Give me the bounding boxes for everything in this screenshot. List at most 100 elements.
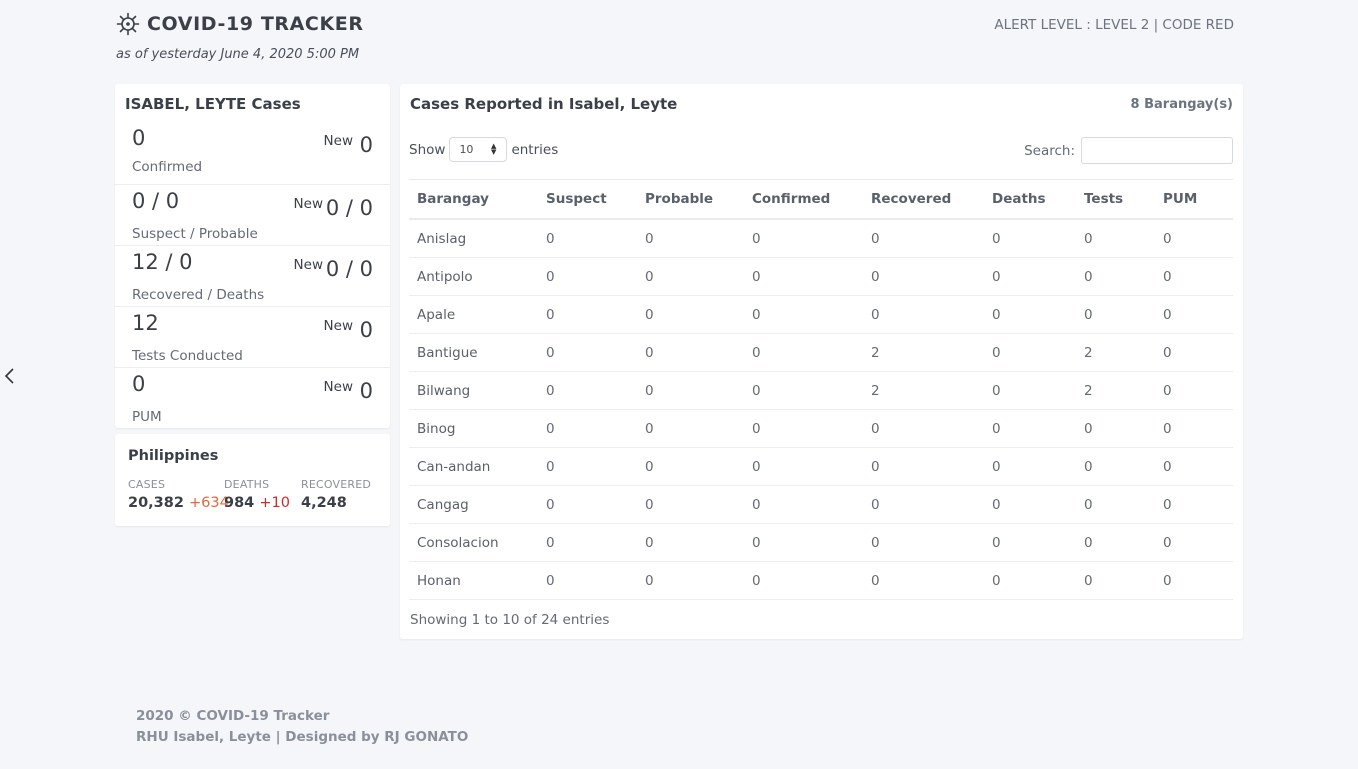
table-cell: 0 <box>984 447 1076 486</box>
national-recovered: RECOVERED 4,248 <box>301 478 371 511</box>
col-header-confirmed[interactable]: Confirmed <box>744 179 863 220</box>
table-row: Bantigue 0 0 0 2 0 2 0 <box>409 333 1233 372</box>
stat-label: PUM <box>132 409 162 425</box>
stat-label: Suspect / Probable <box>132 226 258 242</box>
table-cell: 0 <box>744 257 863 296</box>
col-header-pum[interactable]: PUM <box>1155 179 1233 220</box>
stat-new-value: 0 <box>359 133 373 157</box>
local-cases-card: ISABEL, LEYTE Cases 0 Confirmed New 0 0 … <box>115 84 390 428</box>
table-cell: 0 <box>637 295 744 334</box>
table-cell: 0 <box>984 219 1076 258</box>
search-label: Search: <box>1024 142 1075 159</box>
barangay-name-cell: Apale <box>409 295 538 334</box>
table-cell: 0 <box>984 561 1076 600</box>
footer: 2020 © COVID-19 Tracker RHU Isabel, Leyt… <box>136 706 468 748</box>
chevron-left-icon[interactable] <box>3 366 17 386</box>
table-cell: 0 <box>637 333 744 372</box>
stat-pum: 0 PUM New 0 <box>115 367 390 429</box>
table-cell: 0 <box>744 333 863 372</box>
table-row: Apale 0 0 0 0 0 0 0 <box>409 295 1233 334</box>
search-input[interactable] <box>1081 137 1233 164</box>
table-row: Antipolo 0 0 0 0 0 0 0 <box>409 257 1233 296</box>
cases-increase: +634 <box>189 495 229 511</box>
col-header-recovered[interactable]: Recovered <box>863 179 984 220</box>
table-cell: 0 <box>637 561 744 600</box>
table-cell: 0 <box>1155 295 1233 334</box>
col-header-tests[interactable]: Tests <box>1076 179 1155 220</box>
deaths-caption: DEATHS <box>224 478 270 491</box>
alert-level: ALERT LEVEL : LEVEL 2 | CODE RED <box>994 17 1234 33</box>
footer-copyright: 2020 © COVID-19 Tracker <box>136 708 330 724</box>
national-title: Philippines <box>128 448 219 464</box>
barangay-name-cell: Binog <box>409 409 538 448</box>
table-cell: 0 <box>1076 409 1155 448</box>
new-label: New <box>323 379 353 395</box>
col-header-suspect[interactable]: Suspect <box>538 179 637 220</box>
table-cell: 0 <box>863 409 984 448</box>
table-cell: 0 <box>1076 219 1155 258</box>
stat-value: 0 <box>132 126 146 150</box>
table-cell: 0 <box>538 561 637 600</box>
national-deaths: DEATHS 984 +10 <box>224 478 290 511</box>
table-info: Showing 1 to 10 of 24 entries <box>410 612 610 628</box>
table-cell: 0 <box>637 409 744 448</box>
recovered-value: 4,248 <box>301 495 347 511</box>
table-cell: 0 <box>744 371 863 410</box>
table-cell: 0 <box>744 219 863 258</box>
stat-tests: 12 Tests Conducted New 0 <box>115 306 390 368</box>
table-cell: 0 <box>744 485 863 524</box>
table-cell: 0 <box>984 409 1076 448</box>
as-of-date: as of yesterday June 4, 2020 5:00 PM <box>116 47 360 62</box>
stat-value: 12 / 0 <box>132 250 193 274</box>
table-cell: 0 <box>1076 257 1155 296</box>
table-cell: 0 <box>637 523 744 562</box>
new-label: New <box>323 318 353 334</box>
barangay-name-cell: Bilwang <box>409 371 538 410</box>
stat-new-value: 0 / 0 <box>325 196 373 220</box>
table-cell: 0 <box>1155 257 1233 296</box>
page-length-control: Show 10 ▲ ▼ entries <box>409 137 558 162</box>
table-row: Cangag 0 0 0 0 0 0 0 <box>409 485 1233 524</box>
app-title: COVID-19 TRACKER <box>147 13 364 35</box>
national-cases: CASES 20,382 +634 <box>128 478 229 511</box>
table-cell: 0 <box>744 523 863 562</box>
new-label: New <box>323 133 353 149</box>
col-header-deaths[interactable]: Deaths <box>984 179 1076 220</box>
table-cell: 0 <box>538 409 637 448</box>
table-cell: 0 <box>538 485 637 524</box>
footer-credits: RHU Isabel, Leyte | Designed by RJ GONAT… <box>136 729 469 745</box>
table-cell: 0 <box>538 257 637 296</box>
barangay-name-cell: Bantigue <box>409 333 538 372</box>
table-cell: 0 <box>863 447 984 486</box>
barangay-count: 8 Barangay(s) <box>1130 97 1233 112</box>
table-cell: 0 <box>863 523 984 562</box>
stat-value: 0 / 0 <box>132 189 180 213</box>
stat-value: 12 <box>132 311 159 335</box>
table-cell: 0 <box>637 371 744 410</box>
table-cell: 0 <box>637 257 744 296</box>
table-title: Cases Reported in Isabel, Leyte <box>410 95 678 113</box>
stat-label: Tests Conducted <box>132 348 243 364</box>
table-row: Bilwang 0 0 0 2 0 2 0 <box>409 371 1233 410</box>
col-header-probable[interactable]: Probable <box>637 179 744 220</box>
table-cell: 0 <box>538 295 637 334</box>
table-cell: 0 <box>1076 447 1155 486</box>
stat-label: Recovered / Deaths <box>132 287 265 303</box>
table-cell: 0 <box>1155 523 1233 562</box>
barangay-table-card: Cases Reported in Isabel, Leyte 8 Barang… <box>400 84 1243 639</box>
table-cell: 0 <box>984 523 1076 562</box>
entries-label: entries <box>511 141 559 158</box>
table-cell: 0 <box>744 447 863 486</box>
table-cell: 0 <box>984 257 1076 296</box>
local-cases-title: ISABEL, LEYTE Cases <box>125 95 301 113</box>
table-cell: 0 <box>538 219 637 258</box>
page-length-select[interactable]: 10 ▲ ▼ <box>449 137 508 162</box>
cases-caption: CASES <box>128 478 166 491</box>
table-cell: 0 <box>863 219 984 258</box>
stat-suspect-probable: 0 / 0 Suspect / Probable New 0 / 0 <box>115 184 390 246</box>
col-header-barangay[interactable]: Barangay <box>409 179 538 220</box>
table-cell: 2 <box>863 333 984 372</box>
table-cell: 0 <box>1155 561 1233 600</box>
table-cell: 0 <box>1155 371 1233 410</box>
table-cell: 0 <box>863 561 984 600</box>
